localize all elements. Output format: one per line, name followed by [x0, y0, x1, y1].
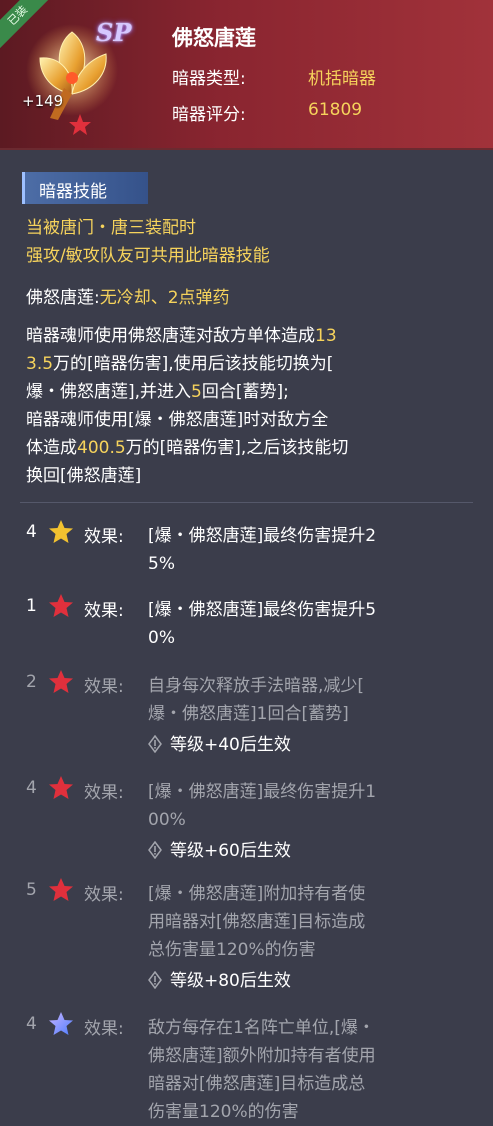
item-score-value: 61809: [308, 100, 363, 120]
effect-label: 效果:: [84, 1019, 124, 1039]
gold-star-icon: [49, 520, 73, 543]
skill-desc-line: 体造成400.5万的[暗器伤害],之后该技能切: [26, 434, 348, 462]
skill-desc-line: 3.5万的[暗器伤害],使用后该技能切换为[: [26, 350, 333, 378]
lock-warning-icon: [148, 735, 162, 753]
effect-desc-line: 0%: [148, 628, 175, 648]
item-header: 已装 SP +149 佛怒唐莲 暗器类型: 机括暗器 暗器评分: 61809: [0, 0, 493, 150]
effect-desc-line: [爆・佛怒唐莲]附加持有者使: [148, 884, 366, 904]
desc-text: 爆・佛怒唐莲],并进入: [26, 382, 192, 402]
red-star-icon: [49, 594, 73, 617]
effect-desc-line: 用暗器对[佛怒唐莲]目标造成: [148, 912, 366, 932]
effect-star-count: 4: [26, 522, 37, 542]
section-divider: [20, 502, 473, 503]
desc-value: 5: [191, 382, 202, 402]
effect-desc-line: 爆・佛怒唐莲]1回合[蓄势]: [148, 704, 349, 724]
skill-desc-line: 暗器魂师使用佛怒唐莲对敌方单体造成13: [26, 322, 337, 350]
item-score-row: 暗器评分: 61809: [172, 100, 362, 125]
blue-star-icon: [49, 1012, 73, 1035]
effect-requirement: 等级+60后生效: [148, 836, 291, 861]
effect-star-count: 4: [26, 778, 37, 798]
effect-desc-line: 自身每次释放手法暗器,减少[: [148, 676, 365, 696]
effect-desc-line: 敌方每存在1名阵亡单位,[爆・: [148, 1018, 375, 1038]
desc-value: 13: [315, 326, 337, 346]
desc-text: 万的[暗器伤害],使用后该技能切换为[: [53, 354, 334, 374]
skill-name-detail: 无冷却、2点弹药: [99, 288, 230, 308]
desc-text: 换回[佛怒唐莲]: [26, 466, 142, 486]
effect-desc-line: 佛怒唐莲]额外附加持有者使用: [148, 1046, 376, 1066]
upgrade-level: +149: [22, 92, 64, 110]
requirement-text: 等级+60后生效: [170, 841, 291, 861]
requirement-text: 等级+40后生效: [170, 735, 291, 755]
red-star-icon: [49, 776, 73, 799]
lock-warning-icon: [148, 841, 162, 859]
effect-label: 效果:: [84, 601, 124, 621]
desc-text: 回合[蓄势];: [201, 382, 289, 402]
effect-star-count: 1: [26, 596, 37, 616]
effect-label: 效果:: [84, 527, 124, 547]
desc-value: 400.5: [77, 438, 126, 458]
desc-value: 3.5: [26, 354, 54, 374]
skill-name-row: 佛怒唐莲:无冷却、2点弹药: [26, 284, 230, 312]
effect-label: 效果:: [84, 885, 124, 905]
skill-desc-line: 暗器魂师使用[爆・佛怒唐莲]时对敌方全: [26, 406, 328, 434]
effect-requirement: 等级+80后生效: [148, 966, 291, 991]
red-star-icon: [49, 878, 73, 901]
item-type-row: 暗器类型: 机括暗器: [172, 64, 376, 89]
effect-desc-line: [爆・佛怒唐莲]最终伤害提升5: [148, 600, 377, 620]
skill-condition-line: 强攻/敏攻队友可共用此暗器技能: [26, 246, 270, 266]
desc-text: 暗器魂师使用[爆・佛怒唐莲]时对敌方全: [26, 410, 329, 430]
item-score-label: 暗器评分:: [172, 105, 246, 125]
skill-name-label: 佛怒唐莲:: [26, 288, 100, 308]
effect-desc-line: [爆・佛怒唐莲]最终伤害提升1: [148, 782, 377, 802]
skill-desc-line: 爆・佛怒唐莲],并进入5回合[蓄势];: [26, 378, 289, 406]
item-name: 佛怒唐莲: [172, 26, 256, 50]
effect-label: 效果:: [84, 783, 124, 803]
desc-text: 体造成: [26, 438, 77, 458]
effect-desc-line: 00%: [148, 810, 186, 830]
effect-star-count: 4: [26, 1014, 37, 1034]
item-type-value: 机括暗器: [308, 69, 376, 89]
sp-rarity-badge: SP: [96, 18, 132, 47]
effect-desc-line: 5%: [148, 554, 175, 574]
skill-condition-line: 当被唐门・唐三装配时: [26, 218, 196, 238]
red-star-icon: [49, 670, 73, 693]
skill-desc-line: 换回[佛怒唐莲]: [26, 462, 141, 490]
requirement-text: 等级+80后生效: [170, 971, 291, 991]
lock-warning-icon: [148, 971, 162, 989]
effect-requirement: 等级+40后生效: [148, 730, 291, 755]
effect-desc-line: 伤害量120%的伤害: [148, 1102, 299, 1122]
effect-label: 效果:: [84, 677, 124, 697]
effect-desc-line: 暗器对[佛怒唐莲]目标造成总: [148, 1074, 366, 1094]
effect-star-count: 5: [26, 880, 37, 900]
skill-section-tag: 暗器技能: [22, 172, 148, 204]
skill-section-title: 暗器技能: [39, 182, 107, 202]
effect-desc-line: 总伤害量120%的伤害: [148, 940, 316, 960]
effect-desc-line: [爆・佛怒唐莲]最终伤害提升2: [148, 526, 377, 546]
desc-text: 万的[暗器伤害],之后该技能切: [125, 438, 349, 458]
desc-text: 暗器魂师使用佛怒唐莲对敌方单体造成: [26, 326, 315, 346]
effect-star-count: 2: [26, 672, 37, 692]
item-type-label: 暗器类型:: [172, 69, 246, 89]
